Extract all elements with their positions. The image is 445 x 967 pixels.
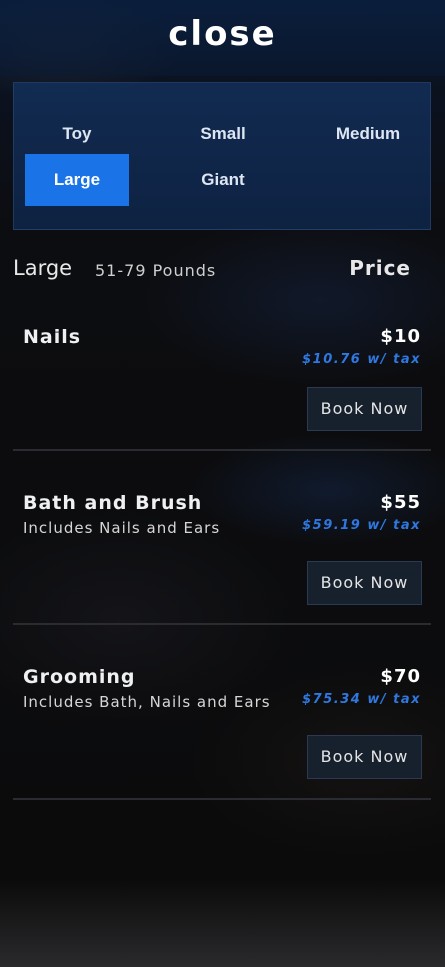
service-price-with-tax: $75.34 w/ tax <box>302 692 421 707</box>
size-option-large[interactable]: Large <box>25 154 129 206</box>
groomer-price-screen: close Toy Small Medium Large Giant Large… <box>0 0 445 967</box>
book-now-button[interactable]: Book Now <box>307 387 422 431</box>
service-description: Includes Bath, Nails and Ears <box>23 693 271 711</box>
service-description: Includes Nails and Ears <box>23 519 221 537</box>
close-button[interactable]: close <box>0 14 445 54</box>
size-option-giant[interactable]: Giant <box>171 154 275 206</box>
service-item-grooming: Grooming Includes Bath, Nails and Ears $… <box>13 666 431 800</box>
size-selector: Toy Small Medium Large Giant <box>13 82 431 230</box>
book-now-button[interactable]: Book Now <box>307 735 422 779</box>
service-name: Grooming <box>23 666 136 688</box>
category-heading: Large 51-79 Pounds Price <box>13 256 431 286</box>
book-now-button[interactable]: Book Now <box>307 561 422 605</box>
service-price-with-tax: $10.76 w/ tax <box>302 352 421 367</box>
service-item-bath-and-brush: Bath and Brush Includes Nails and Ears $… <box>13 492 431 625</box>
service-name: Bath and Brush <box>23 492 203 514</box>
price-column-heading: Price <box>349 256 411 280</box>
category-weight-range: 51-79 Pounds <box>95 261 217 280</box>
service-price: $10 <box>380 326 421 347</box>
service-price-with-tax: $59.19 w/ tax <box>302 518 421 533</box>
service-item-nails: Nails $10 $10.76 w/ tax Book Now <box>13 326 431 451</box>
category-name: Large <box>13 256 73 280</box>
size-option-small[interactable]: Small <box>171 108 275 160</box>
size-option-medium[interactable]: Medium <box>316 108 420 160</box>
service-price: $55 <box>380 492 421 513</box>
size-option-toy[interactable]: Toy <box>25 108 129 160</box>
service-price: $70 <box>380 666 421 687</box>
header-bar: close <box>0 0 445 76</box>
service-name: Nails <box>23 326 82 348</box>
